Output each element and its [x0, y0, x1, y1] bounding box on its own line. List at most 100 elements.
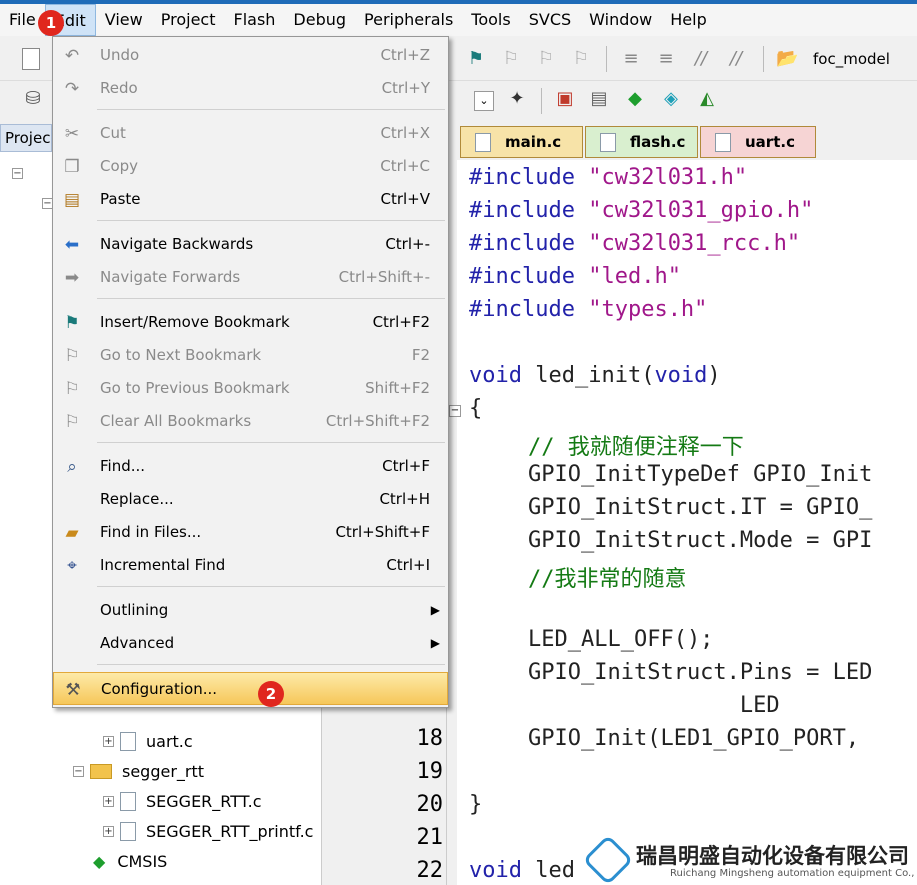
menu-svcs[interactable]: SVCS [520, 4, 580, 36]
menu-item-find-in-files[interactable]: ▰ Find in Files... Ctrl+Shift+F [53, 516, 448, 549]
code-line: LED [528, 693, 780, 718]
diamond-icon[interactable]: ◆ [624, 88, 646, 110]
menu-peripherals[interactable]: Peripherals [355, 4, 462, 36]
menu-item-clear-bookmarks[interactable]: ⚐ Clear All Bookmarks Ctrl+Shift+F2 [53, 405, 448, 438]
code-line: #include "cw32l031_rcc.h" [469, 231, 801, 256]
company-name-en: Ruichang Mingsheng automation equipment … [670, 868, 917, 879]
target-name-label: foc_model [813, 50, 890, 68]
next-bookmark-icon[interactable]: ⚐ [500, 48, 522, 70]
menu-item-advanced[interactable]: Advanced ▶ [53, 627, 448, 660]
menu-flash[interactable]: Flash [224, 4, 284, 36]
menu-separator [97, 298, 445, 299]
menu-separator [97, 220, 445, 221]
step-badge-2: 2 [258, 681, 284, 707]
edit-menu-dropdown: ↶ Undo Ctrl+Z ↷ Redo Ctrl+Y ✂ Cut Ctrl+X ❐ Copy… [52, 36, 449, 708]
code-line: GPIO_InitStruct.Mode = GPI [528, 528, 873, 553]
tree-group-segger-rtt[interactable]: − segger_rtt [73, 758, 204, 784]
pack-icon[interactable]: ◈ [660, 88, 682, 110]
menu-item-insert-remove-bookmark[interactable]: ⚑ Insert/Remove Bookmark Ctrl+F2 [53, 306, 448, 339]
line-number: 18 [416, 726, 444, 751]
tab-main-c[interactable]: main.c [460, 126, 583, 158]
menu-item-replace[interactable]: Replace... Ctrl+H [53, 483, 448, 516]
code-line: #include "led.h" [469, 264, 681, 289]
window-icon[interactable]: ▤ [588, 88, 610, 110]
menu-view[interactable]: View [96, 4, 152, 36]
code-line: GPIO_InitTypeDef GPIO_Init [528, 462, 873, 487]
unindent-icon[interactable]: ≡ [655, 48, 677, 70]
menu-item-navigate-forwards[interactable]: ➡ Navigate Forwards Ctrl+Shift+- [53, 261, 448, 294]
chevron-down-icon[interactable]: ⌄ [474, 91, 494, 111]
menu-item-previous-bookmark[interactable]: ⚐ Go to Previous Bookmark Shift+F2 [53, 372, 448, 405]
indent-icon[interactable]: ≡ [620, 48, 642, 70]
find-in-files-icon[interactable]: 📂 [776, 48, 798, 70]
menu-item-incremental-find[interactable]: ⌖ Incremental Find Ctrl+I [53, 549, 448, 582]
menu-separator [97, 442, 445, 443]
new-file-icon[interactable] [22, 48, 40, 70]
bookmark-flag-icon[interactable]: ⚑ [465, 48, 487, 70]
menu-tools[interactable]: Tools [462, 4, 519, 36]
code-line: #include "cw32l031.h" [469, 165, 748, 190]
menu-item-next-bookmark[interactable]: ⚐ Go to Next Bookmark F2 [53, 339, 448, 372]
tree-item-uart[interactable]: + uart.c [103, 728, 193, 754]
line-number: 21 [416, 825, 444, 850]
folder-icon [90, 763, 112, 779]
incremental-find-icon: ⌖ [67, 556, 77, 576]
wrench-icon: ⚒ [65, 680, 81, 700]
menu-separator [97, 109, 445, 110]
file-icon [120, 821, 136, 841]
clear-bookmarks-icon[interactable]: ⚐ [570, 48, 592, 70]
bookmark-flag-icon: ⚑ [64, 313, 80, 333]
collapse-icon[interactable]: − [73, 765, 84, 777]
prev-bookmark-icon[interactable]: ⚐ [535, 48, 557, 70]
toolbar-separator [606, 46, 607, 72]
tree-item-label: CMSIS [117, 851, 168, 871]
line-number: 22 [416, 858, 444, 883]
menu-item-copy[interactable]: ❐ Copy Ctrl+C [53, 150, 448, 183]
menu-debug[interactable]: Debug [284, 4, 355, 36]
clear-bookmarks-icon: ⚐ [64, 412, 80, 432]
magic-wand-icon[interactable]: ✦ [506, 88, 528, 110]
arrow-right-icon: ➡ [64, 268, 80, 288]
expand-icon[interactable]: + [103, 795, 114, 807]
menu-item-redo[interactable]: ↷ Redo Ctrl+Y [53, 72, 448, 105]
menu-item-outlining[interactable]: Outlining ▶ [53, 594, 448, 627]
menu-help[interactable]: Help [661, 4, 715, 36]
paste-icon: ▤ [63, 190, 81, 210]
menu-project[interactable]: Project [152, 4, 225, 36]
options-icon[interactable]: ▣ [554, 88, 576, 110]
menu-item-paste[interactable]: ▤ Paste Ctrl+V [53, 183, 448, 216]
code-line: GPIO_InitStruct.Pins = LED [528, 660, 873, 685]
code-line: #include "cw32l031_gpio.h" [469, 198, 814, 223]
line-number: 19 [416, 759, 444, 784]
tab-label: main.c [505, 133, 562, 151]
company-watermark: 瑞昌明盛自动化设备有限公司 Ruichang Mingsheng automat… [582, 834, 917, 885]
tree-item-cmsis[interactable]: ◆ CMSIS [93, 848, 167, 874]
toolbar-separator [541, 88, 542, 114]
menu-item-configuration[interactable]: ⚒ Configuration... [53, 672, 448, 705]
code-line: } [469, 792, 483, 817]
menu-item-undo[interactable]: ↶ Undo Ctrl+Z [53, 39, 448, 72]
tree-item-segger-rtt-printf[interactable]: + SEGGER_RTT_printf.c [103, 818, 313, 844]
manage-icon[interactable]: ◭ [696, 88, 718, 110]
uncomment-icon[interactable]: // [725, 48, 747, 70]
tree-root-toggle[interactable]: − [12, 160, 29, 186]
expand-icon[interactable]: + [103, 735, 114, 747]
menu-item-cut[interactable]: ✂ Cut Ctrl+X [53, 117, 448, 150]
tree-item-segger-rtt-c[interactable]: + SEGGER_RTT.c [103, 788, 262, 814]
tab-uart-c[interactable]: uart.c [700, 126, 816, 158]
menu-window[interactable]: Window [580, 4, 661, 36]
menu-item-navigate-backwards[interactable]: ⬅ Navigate Backwards Ctrl+- [53, 228, 448, 261]
code-line: GPIO_Init(LED1_GPIO_PORT, [528, 726, 860, 751]
fold-toggle-icon[interactable]: − [449, 405, 461, 417]
tree-item-label: SEGGER_RTT.c [146, 791, 262, 811]
toolbar-separator [763, 46, 764, 72]
find-icon: ⌕ [67, 457, 77, 477]
build-icon[interactable]: ⛁ [22, 88, 44, 110]
comment-icon[interactable]: // [690, 48, 712, 70]
file-icon [120, 791, 136, 811]
tab-flash-c[interactable]: flash.c [585, 126, 698, 158]
menu-item-find[interactable]: ⌕ Find... Ctrl+F [53, 450, 448, 483]
file-icon [600, 133, 616, 152]
expand-icon[interactable]: + [103, 825, 114, 837]
project-panel-tab[interactable]: Projec [0, 124, 52, 152]
